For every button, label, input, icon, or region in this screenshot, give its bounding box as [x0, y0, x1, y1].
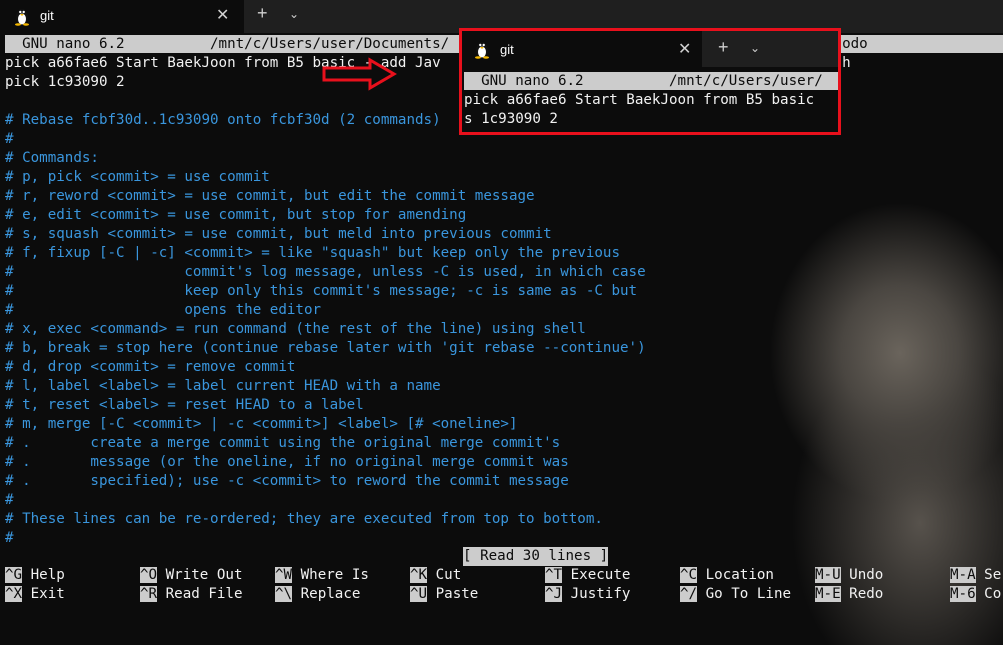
inset-tab-title: git — [500, 42, 514, 57]
shortcut-write-out[interactable]: ^O Write Out — [140, 566, 243, 585]
comment-line: # commit's log message, unless -C is use… — [5, 264, 646, 280]
inset-tab — [462, 31, 702, 67]
plus-icon: + — [718, 37, 729, 57]
shortcut-go-to-line[interactable]: ^/ Go To Line — [680, 585, 791, 604]
shortcut-paste[interactable]: ^U Paste — [410, 585, 478, 604]
shortcut-location[interactable]: ^C Location — [680, 566, 774, 585]
close-icon: ✕ — [678, 41, 692, 58]
linux-tux-icon — [475, 42, 489, 59]
shortcut-copy[interactable]: M-6 Co — [950, 585, 1001, 604]
inset-nano-title-bar: GNU nano 6.2 /mnt/c/Users/user/ — [464, 72, 838, 90]
linux-tux-icon — [15, 9, 29, 26]
chevron-down-icon: ⌄ — [750, 41, 761, 55]
tab-git[interactable]: git ✕ — [0, 0, 244, 33]
shortcut-redo[interactable]: M-E Redo — [815, 585, 883, 604]
comment-line: # r, reword <commit> = use commit, but e… — [5, 188, 535, 204]
inset-line-squash: s 1c93090 2 — [464, 111, 558, 127]
inset-tab-bar: git ✕ + ⌄ — [462, 31, 838, 67]
inset-line-pick: pick a66fae6 Start BaekJoon from B5 basi… — [464, 92, 815, 108]
shortcut-justify[interactable]: ^J Justify — [545, 585, 630, 604]
shortcut-set-mark[interactable]: M-A Se — [950, 566, 1001, 585]
comment-line: # keep only this commit's message; -c is… — [5, 283, 638, 299]
editor-line[interactable]: pick 1c93090 2 — [5, 73, 125, 92]
comment-line: # b, break = stop here (continue rebase … — [5, 340, 646, 356]
comment-line: # — [5, 530, 14, 546]
shortcut-execute[interactable]: ^T Execute — [545, 566, 630, 585]
comment-line: # . specified); use -c <commit> to rewor… — [5, 473, 569, 489]
shortcut-cut[interactable]: ^K Cut — [410, 566, 461, 585]
comment-line: # f, fixup [-C | -c] <commit> = like "sq… — [5, 245, 620, 261]
comment-line: # — [5, 131, 14, 147]
new-tab-button[interactable]: + — [257, 3, 268, 24]
close-tab-icon[interactable]: ✕ — [216, 5, 229, 25]
comment-line: # Commands: — [5, 150, 99, 166]
status-bar: [ Read 30 lines ] — [463, 547, 609, 566]
shortcut-replace[interactable]: ^\ Replace — [275, 585, 360, 604]
tab-title: git — [40, 8, 54, 23]
comment-line: # . create a merge commit using the orig… — [5, 435, 561, 451]
shortcut-exit[interactable]: ^X Exit — [5, 585, 65, 604]
comment-line: # These lines can be re-ordered; they ar… — [5, 511, 603, 527]
comment-line: # x, exec <command> = run command (the r… — [5, 321, 586, 337]
comment-line: # e, edit <commit> = use commit, but sto… — [5, 207, 467, 223]
red-arrow-right-icon — [322, 57, 397, 91]
shortcut-undo[interactable]: M-U Undo — [815, 566, 883, 585]
comment-line: # — [5, 492, 14, 508]
comment-line: # t, reset <label> = reset HEAD to a lab… — [5, 397, 364, 413]
shortcut-help[interactable]: ^G Help — [5, 566, 65, 585]
comment-line: # m, merge [-C <commit> | -c <commit>] <… — [5, 416, 518, 432]
comment-line: # Rebase fcbf30d..1c93090 onto fcbf30d (… — [5, 112, 441, 128]
comment-line: # p, pick <commit> = use commit — [5, 169, 270, 185]
comment-line: # d, drop <commit> = remove commit — [5, 359, 296, 375]
chevron-down-icon[interactable]: ⌄ — [289, 7, 299, 21]
comment-line: # l, label <label> = label current HEAD … — [5, 378, 441, 394]
shortcut-read-file[interactable]: ^R Read File — [140, 585, 243, 604]
zoomed-inset: git ✕ + ⌄ GNU nano 6.2 /mnt/c/Users/user… — [459, 28, 841, 135]
comment-line: # opens the editor — [5, 302, 322, 318]
comment-line: # . message (or the oneline, if no origi… — [5, 454, 569, 470]
comment-line: # s, squash <commit> = use commit, but m… — [5, 226, 552, 242]
shortcut-where-is[interactable]: ^W Where Is — [275, 566, 369, 585]
